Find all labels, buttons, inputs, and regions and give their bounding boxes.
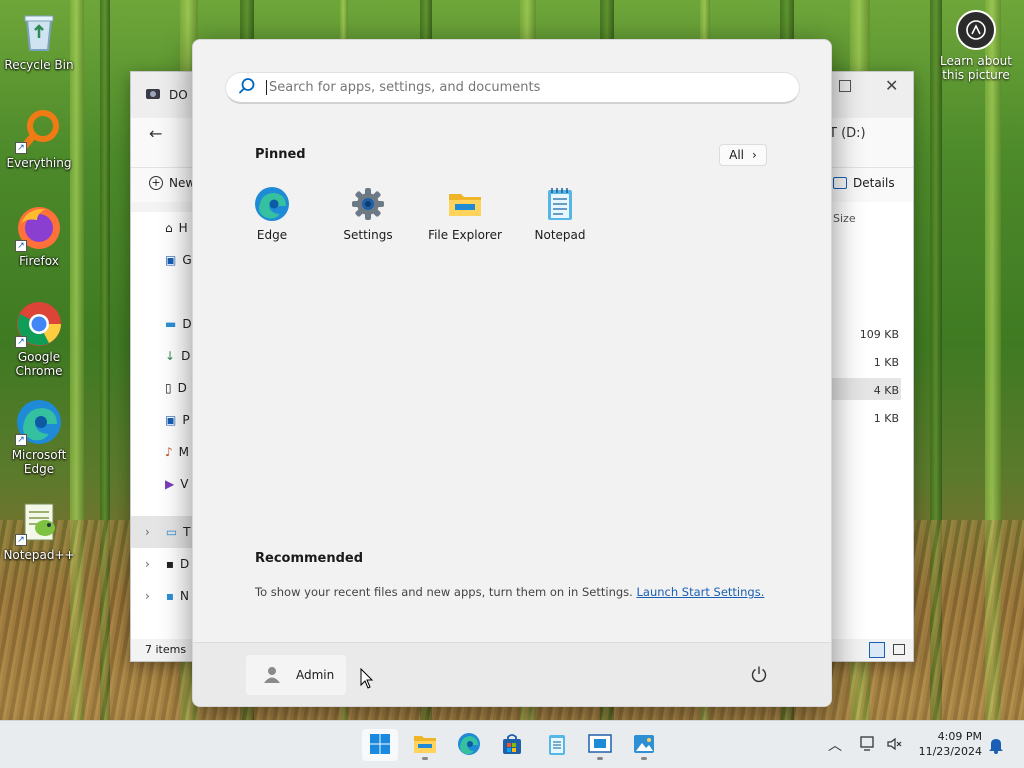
running-indicator	[641, 757, 647, 760]
start-button[interactable]	[362, 729, 398, 761]
bell-icon	[988, 739, 1004, 757]
network-icon	[860, 736, 878, 755]
new-button[interactable]: + New	[149, 176, 195, 190]
home-icon: ⌂	[165, 221, 173, 235]
network-icon: ▪	[165, 589, 174, 603]
recommended-message: To show your recent files and new apps, …	[255, 585, 765, 599]
chevron-right-icon: ›	[145, 589, 150, 603]
running-indicator	[597, 757, 603, 760]
folder-icon	[447, 186, 483, 222]
camera-icon	[956, 10, 996, 50]
store-icon	[501, 733, 523, 758]
file-size: 1 KB	[873, 356, 899, 369]
windows-logo-icon	[369, 733, 391, 758]
pictures-icon: ▣	[165, 413, 177, 427]
recycle-bin-icon	[15, 8, 63, 56]
notepad-plus-plus-icon: ↗	[15, 498, 63, 546]
picture-app-icon	[632, 732, 656, 759]
pc-icon: ▭	[165, 525, 178, 539]
volume-button[interactable]	[886, 736, 902, 755]
taskbar-store[interactable]	[494, 729, 530, 761]
desktop-icon-firefox[interactable]: ↗ Firefox	[1, 204, 77, 268]
close-icon[interactable]: ✕	[885, 76, 898, 95]
edge-icon: ↗	[15, 398, 63, 446]
tiles-view-icon[interactable]	[893, 644, 905, 655]
desktop-folder-icon: ▬	[165, 317, 177, 331]
video-icon: ▶	[165, 477, 175, 491]
desktop-icon-notepad-plus-plus[interactable]: ↗ Notepad++	[1, 498, 77, 562]
details-view-icon[interactable]	[869, 642, 885, 658]
clock-date: 11/23/2024	[918, 745, 982, 758]
mouse-cursor-icon	[360, 667, 374, 693]
start-menu: Pinned All › Edge Settings File Explorer…	[192, 39, 832, 707]
chevron-up-icon: ︿	[828, 738, 842, 754]
all-apps-button[interactable]: All ›	[719, 144, 767, 166]
music-icon: ♪	[165, 445, 173, 459]
learn-about-picture[interactable]: Learn about this picture	[936, 10, 1016, 82]
taskbar: ︿ 4:09 PM 11/23/2024	[0, 720, 1024, 768]
pinned-title: Pinned	[255, 147, 306, 162]
details-pane-icon	[833, 177, 847, 189]
download-icon: ↓	[165, 349, 176, 363]
pinned-app-file-explorer[interactable]: File Explorer	[421, 186, 509, 242]
edge-icon	[457, 732, 481, 759]
gallery-icon: ▣	[165, 253, 177, 267]
explorer-tab[interactable]: DO	[145, 86, 188, 105]
pinned-app-settings[interactable]: Settings	[324, 186, 412, 242]
power-button[interactable]	[745, 661, 773, 689]
taskbar-clock[interactable]: 4:09 PM 11/23/2024	[912, 729, 982, 759]
launch-start-settings-link[interactable]: Launch Start Settings.	[636, 585, 764, 599]
volume-muted-icon	[886, 737, 902, 755]
taskbar-notepad[interactable]	[539, 729, 575, 761]
explorer-file-list: Size 109 KB 1 KB 4 KB 1 KB	[831, 202, 913, 639]
taskbar-remote-desktop[interactable]	[582, 729, 618, 761]
drive-icon	[145, 86, 161, 105]
back-arrow-icon[interactable]: ←	[149, 124, 162, 143]
search-icon	[238, 77, 256, 98]
start-search-input[interactable]	[266, 80, 766, 95]
desktop-icon-microsoft-edge[interactable]: ↗ Microsoft Edge	[1, 398, 77, 476]
file-size: 109 KB	[859, 328, 899, 341]
taskbar-file-explorer[interactable]	[407, 729, 443, 761]
document-icon: ▯	[165, 381, 172, 395]
chrome-icon: ↗	[15, 300, 63, 348]
maximize-icon[interactable]	[839, 80, 851, 92]
details-button[interactable]: Details	[833, 176, 895, 190]
pinned-app-edge[interactable]: Edge	[228, 186, 316, 242]
firefox-icon: ↗	[15, 204, 63, 252]
file-size: 1 KB	[873, 412, 899, 425]
gear-icon	[350, 186, 386, 222]
notepad-icon	[546, 732, 568, 759]
folder-icon	[413, 733, 437, 758]
window-app-icon	[588, 733, 612, 758]
desktop-icon-everything[interactable]: ↗ Everything	[1, 106, 77, 170]
desktop-icon-google-chrome[interactable]: ↗ Google Chrome	[1, 300, 77, 378]
user-avatar-icon	[262, 664, 282, 687]
user-account-button[interactable]: Admin	[246, 655, 346, 695]
chevron-right-icon: ›	[752, 148, 757, 162]
desktop-icon-recycle-bin[interactable]: Recycle Bin	[1, 8, 77, 72]
drive-label: T (D:)	[829, 126, 866, 141]
running-indicator	[422, 757, 428, 760]
drive-icon: ▪	[165, 557, 174, 571]
start-footer: Admin	[193, 642, 831, 706]
notepad-icon	[542, 186, 578, 222]
clock-time: 4:09 PM	[937, 730, 982, 743]
chevron-right-icon: ›	[145, 557, 150, 571]
network-status-button[interactable]	[860, 736, 878, 755]
notifications-button[interactable]	[988, 736, 1004, 757]
taskbar-paint[interactable]	[626, 729, 662, 761]
plus-circle-icon: +	[149, 176, 163, 190]
everything-icon: ↗	[15, 106, 63, 154]
file-size: 4 KB	[873, 384, 899, 397]
pinned-app-notepad[interactable]: Notepad	[516, 186, 604, 242]
power-icon	[750, 665, 768, 686]
show-hidden-icons-button[interactable]: ︿	[828, 735, 842, 755]
recommended-title: Recommended	[255, 551, 364, 566]
chevron-right-icon: ›	[145, 525, 150, 539]
taskbar-edge[interactable]	[451, 729, 487, 761]
edge-icon	[254, 186, 290, 222]
column-header-size[interactable]: Size	[833, 212, 856, 225]
start-search-box[interactable]	[225, 72, 800, 104]
